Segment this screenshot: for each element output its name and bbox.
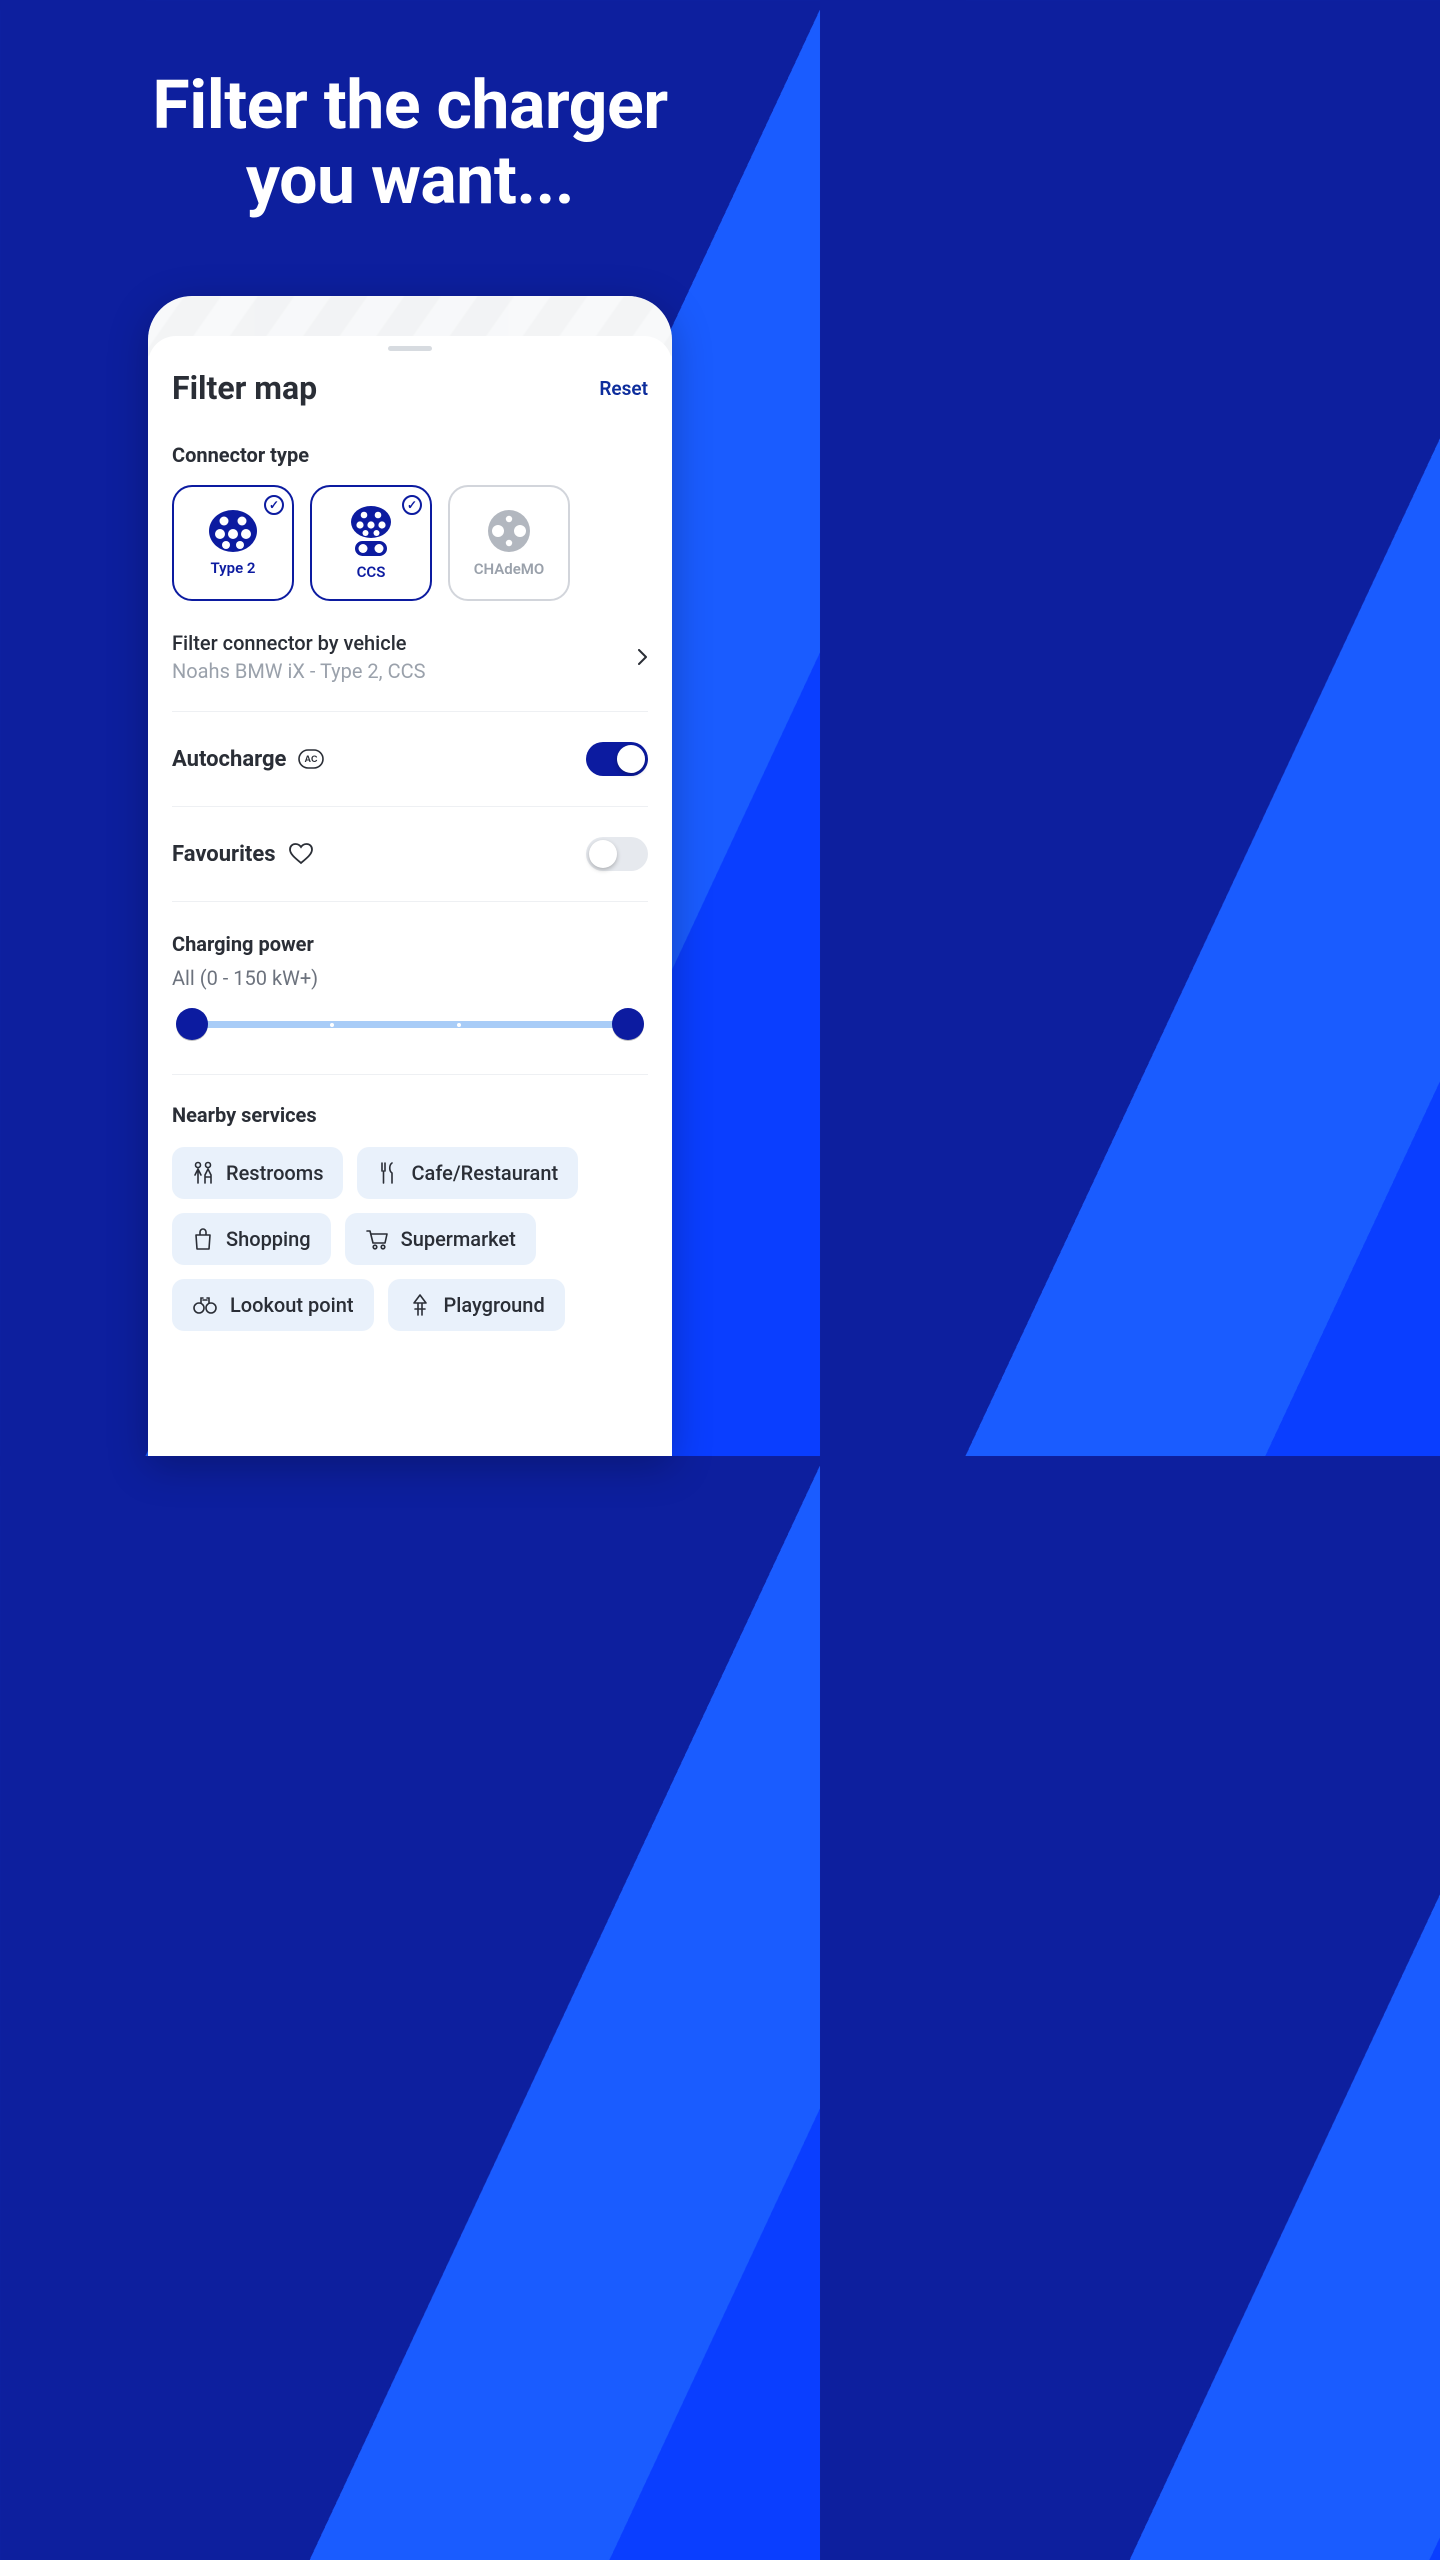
chip-label: Lookout point: [230, 1293, 354, 1317]
connector-type-heading: Connector type: [172, 443, 648, 467]
playground-icon: [408, 1293, 432, 1317]
cart-icon: [365, 1227, 389, 1251]
service-lookout-point[interactable]: Lookout point: [172, 1279, 374, 1331]
autocharge-toggle[interactable]: [586, 742, 648, 776]
favourites-toggle[interactable]: [586, 837, 648, 871]
svg-text:AC: AC: [305, 754, 318, 764]
hero-heading: Filter the charger you want...: [0, 0, 820, 218]
nearby-services-heading: Nearby services: [172, 1103, 648, 1127]
service-playground[interactable]: Playground: [388, 1279, 565, 1331]
filter-by-vehicle-row[interactable]: Filter connector by vehicle Noahs BMW iX…: [172, 631, 648, 712]
chip-label: Playground: [444, 1293, 545, 1317]
slider-handle-max[interactable]: [612, 1008, 644, 1040]
service-cafe-restaurant[interactable]: Cafe/Restaurant: [357, 1147, 578, 1199]
charging-power-section: Charging power All (0 - 150 kW+): [172, 932, 648, 1075]
heart-icon: [288, 842, 314, 866]
sheet-title: Filter map: [172, 369, 317, 407]
sheet-grabber[interactable]: [388, 346, 432, 351]
favourites-label: Favourites: [172, 842, 276, 867]
favourites-row: Favourites: [172, 807, 648, 902]
hero-line-2: you want...: [0, 143, 820, 218]
nearby-services-section: Nearby services Restrooms Cafe/Restauran…: [172, 1103, 648, 1331]
autocharge-row: Autocharge AC: [172, 712, 648, 807]
reset-button[interactable]: Reset: [599, 377, 648, 400]
connector-label: CCS: [357, 563, 386, 581]
connector-type2[interactable]: ✓ Type 2: [172, 485, 294, 601]
restaurant-icon: [377, 1161, 399, 1185]
check-icon: ✓: [402, 495, 422, 515]
type2-connector-icon: [208, 509, 258, 553]
service-chip-list: Restrooms Cafe/Restaurant Shopping Super…: [172, 1147, 648, 1331]
chip-label: Cafe/Restaurant: [411, 1161, 558, 1185]
service-supermarket[interactable]: Supermarket: [345, 1213, 536, 1265]
slider-handle-min[interactable]: [176, 1008, 208, 1040]
power-range-slider[interactable]: [176, 1014, 644, 1034]
charging-power-value: All (0 - 150 kW+): [172, 966, 648, 990]
service-shopping[interactable]: Shopping: [172, 1213, 331, 1265]
connector-label: CHAdeMO: [474, 560, 545, 578]
autocharge-icon: AC: [298, 749, 324, 769]
restrooms-icon: [192, 1161, 214, 1185]
connector-label: Type 2: [211, 559, 256, 577]
charging-power-heading: Charging power: [172, 932, 648, 956]
chademo-connector-icon: [486, 508, 532, 554]
autocharge-label: Autocharge: [172, 747, 286, 772]
shopping-bag-icon: [192, 1227, 214, 1251]
ccs-connector-icon: [348, 505, 394, 557]
vehicle-filter-subtitle: Noahs BMW iX - Type 2, CCS: [172, 659, 425, 683]
phone-frame: Filter map Reset Connector type ✓ Type: [148, 296, 672, 1456]
chevron-right-icon: [638, 649, 648, 665]
vehicle-filter-title: Filter connector by vehicle: [172, 631, 425, 655]
check-icon: ✓: [264, 495, 284, 515]
connector-chademo[interactable]: CHAdeMO: [448, 485, 570, 601]
binoculars-icon: [192, 1295, 218, 1315]
chip-label: Restrooms: [226, 1161, 323, 1185]
service-restrooms[interactable]: Restrooms: [172, 1147, 343, 1199]
chip-label: Shopping: [226, 1227, 311, 1251]
filter-sheet: Filter map Reset Connector type ✓ Type: [148, 336, 672, 1456]
chip-label: Supermarket: [401, 1227, 516, 1251]
hero-line-1: Filter the charger: [0, 68, 820, 143]
connector-list: ✓ Type 2 ✓: [172, 485, 648, 601]
connector-ccs[interactable]: ✓ CCS: [310, 485, 432, 601]
